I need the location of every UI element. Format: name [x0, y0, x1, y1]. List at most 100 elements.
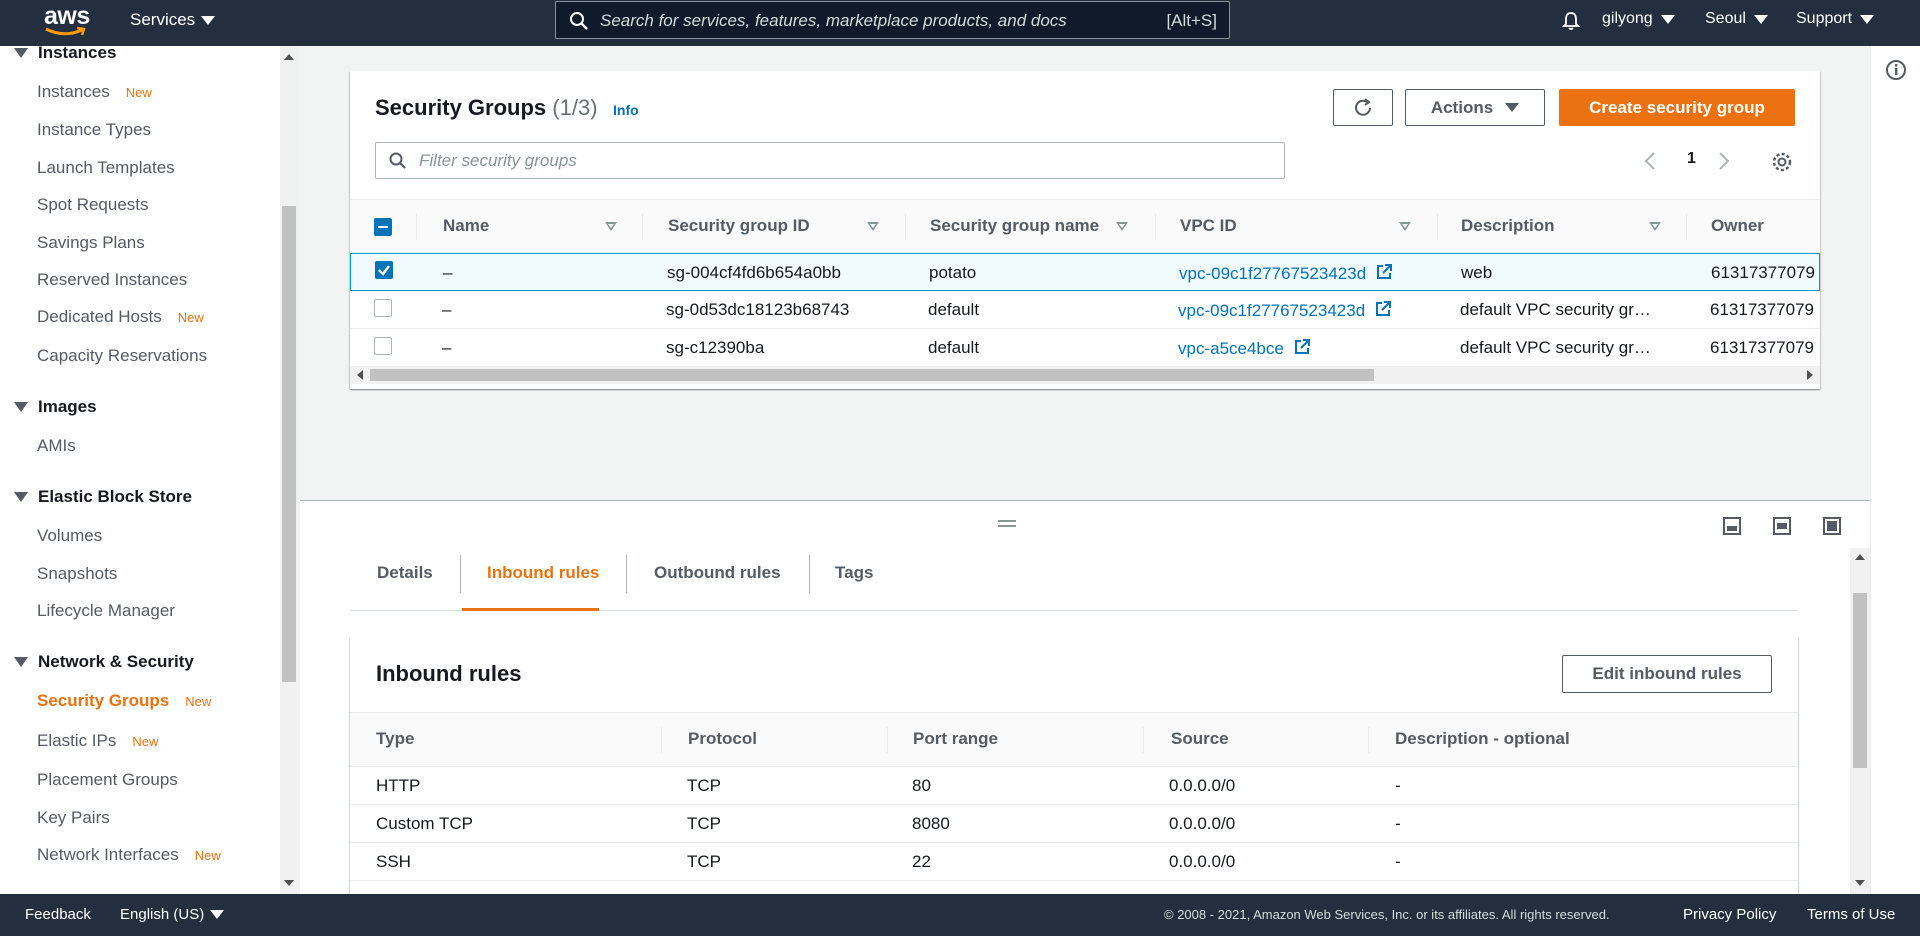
cell-security-group-id-link[interactable]: sg-004cf4fd6b654a0bb	[667, 263, 841, 283]
scrollbar-thumb[interactable]	[282, 206, 296, 682]
column-header-security-group-name[interactable]: Security group name	[930, 216, 1099, 236]
caret-down-icon	[14, 402, 28, 412]
refresh-button[interactable]	[1333, 89, 1393, 126]
privacy-policy-link[interactable]: Privacy Policy	[1683, 906, 1776, 923]
column-header-name[interactable]: Name	[443, 216, 489, 236]
sidebar-item-network-interfaces[interactable]: Network Interfaces New	[37, 845, 221, 865]
sidebar-item-reserved-instances[interactable]: Reserved Instances	[37, 270, 187, 290]
scroll-right-icon[interactable]	[1806, 370, 1814, 380]
scroll-down-icon[interactable]	[284, 880, 294, 886]
row-checkbox[interactable]	[375, 261, 393, 279]
vpc-id-link[interactable]: vpc-09c1f27767523423d	[1179, 264, 1366, 283]
info-icon[interactable]	[1885, 59, 1907, 81]
sidebar-scrollbar[interactable]	[280, 46, 298, 894]
sidebar-section-network-security[interactable]: Network & Security	[14, 652, 194, 672]
services-menu[interactable]: Services	[130, 10, 216, 30]
sidebar-item-volumes[interactable]: Volumes	[37, 526, 102, 546]
cell-security-group-id-link[interactable]: sg-0d53dc18123b68743	[666, 300, 849, 320]
sidebar-item-capacity-reservations[interactable]: Capacity Reservations	[37, 346, 207, 366]
resize-handle-icon[interactable]	[998, 520, 1016, 527]
info-link[interactable]: Info	[613, 102, 639, 118]
sidebar-item-security-groups[interactable]: Security Groups New	[37, 691, 211, 711]
sidebar-item-lifecycle-manager[interactable]: Lifecycle Manager	[37, 601, 175, 621]
table-row[interactable]: – sg-004cf4fd6b654a0bb potato vpc-09c1f2…	[350, 253, 1820, 291]
details-scrollbar[interactable]	[1850, 548, 1870, 894]
sidebar-section-images[interactable]: Images	[14, 397, 97, 417]
table-horizontal-scrollbar[interactable]	[350, 366, 1820, 384]
column-header-owner[interactable]: Owner	[1711, 216, 1764, 236]
sort-icon[interactable]	[1649, 222, 1661, 231]
tab-tags[interactable]: Tags	[835, 563, 873, 583]
sidebar-section-instances[interactable]: Instances	[14, 46, 116, 63]
scroll-left-icon[interactable]	[356, 370, 364, 380]
sidebar-item-spot-requests[interactable]: Spot Requests	[37, 195, 149, 215]
vpc-id-link[interactable]: vpc-09c1f27767523423d	[1178, 301, 1365, 320]
sort-icon[interactable]	[867, 222, 879, 231]
global-search-input[interactable]: Search for services, features, marketpla…	[555, 1, 1230, 39]
column-header-vpc-id[interactable]: VPC ID	[1180, 216, 1237, 236]
external-link-icon[interactable]	[1293, 338, 1311, 356]
table-row[interactable]: – sg-0d53dc18123b68743 default vpc-09c1f…	[350, 291, 1820, 329]
rule-type: HTTP	[376, 776, 421, 795]
column-header-description[interactable]: Description	[1461, 216, 1555, 236]
bottom-panel-view-icon[interactable]	[1723, 517, 1741, 535]
tab-outbound-rules[interactable]: Outbound rules	[654, 563, 781, 583]
rule-source: 0.0.0.0/0	[1169, 852, 1236, 871]
inbound-rules-title: Inbound rules	[376, 661, 522, 686]
user-menu[interactable]: gilyong	[1602, 10, 1675, 28]
cell-name: –	[443, 263, 453, 282]
tab-details[interactable]: Details	[377, 563, 433, 583]
feedback-link[interactable]: Feedback	[25, 906, 91, 923]
select-all-checkbox[interactable]	[374, 218, 392, 236]
sidebar-item-instance-types[interactable]: Instance Types	[37, 120, 151, 140]
chevron-left-icon[interactable]	[1643, 151, 1657, 171]
side-panel-view-icon[interactable]	[1773, 517, 1791, 535]
cell-description: default VPC security gr…	[1460, 338, 1651, 357]
language-selector[interactable]: English (US)	[120, 906, 225, 923]
row-checkbox[interactable]	[374, 299, 392, 317]
gear-icon[interactable]	[1771, 151, 1793, 173]
sidebar-item-savings-plans[interactable]: Savings Plans	[37, 233, 145, 253]
sidebar-item-launch-templates[interactable]: Launch Templates	[37, 158, 175, 178]
chevron-down-icon	[201, 15, 216, 25]
chevron-right-icon[interactable]	[1717, 151, 1731, 171]
sidebar-item-snapshots[interactable]: Snapshots	[37, 564, 117, 584]
column-header-security-group-id[interactable]: Security group ID	[668, 216, 810, 236]
tab-inbound-rules[interactable]: Inbound rules	[487, 563, 599, 583]
sort-icon[interactable]	[1116, 222, 1128, 231]
sidebar-item-placement-groups[interactable]: Placement Groups	[37, 770, 178, 790]
support-menu[interactable]: Support	[1796, 10, 1875, 28]
sidebar-item-amis[interactable]: AMIs	[37, 436, 76, 456]
actions-button[interactable]: Actions	[1405, 89, 1545, 126]
scroll-up-icon[interactable]	[1855, 554, 1865, 560]
sidebar-item-instances[interactable]: Instances New	[37, 82, 152, 102]
create-security-group-button[interactable]: Create security group	[1559, 89, 1795, 126]
page-number[interactable]: 1	[1687, 150, 1696, 168]
full-panel-view-icon[interactable]	[1823, 517, 1841, 535]
scrollbar-thumb[interactable]	[1853, 593, 1867, 768]
aws-logo[interactable]: aws	[44, 4, 90, 40]
sidebar-item-elastic-ips[interactable]: Elastic IPs New	[37, 731, 158, 751]
edit-inbound-rules-button[interactable]: Edit inbound rules	[1562, 655, 1772, 693]
sort-icon[interactable]	[605, 222, 617, 231]
sidebar-section-elastic-block-store[interactable]: Elastic Block Store	[14, 487, 192, 507]
vpc-id-link[interactable]: vpc-a5ce4bce	[1178, 339, 1284, 358]
sort-icon[interactable]	[1399, 222, 1411, 231]
region-menu[interactable]: Seoul	[1705, 10, 1768, 28]
scrollbar-thumb[interactable]	[370, 369, 1374, 381]
rule-port-range: 22	[912, 852, 931, 871]
sidebar-item-key-pairs[interactable]: Key Pairs	[37, 808, 110, 828]
scroll-down-icon[interactable]	[1855, 880, 1865, 886]
notifications-button[interactable]	[1560, 10, 1582, 32]
cell-security-group-id-link[interactable]: sg-c12390ba	[666, 338, 764, 358]
filter-security-groups-input[interactable]: Filter security groups	[375, 142, 1285, 179]
table-row[interactable]: – sg-c12390ba default vpc-a5ce4bce defau…	[350, 329, 1820, 367]
row-checkbox[interactable]	[374, 337, 392, 355]
column-divider	[416, 214, 417, 240]
external-link-icon[interactable]	[1375, 263, 1393, 281]
external-link-icon[interactable]	[1374, 300, 1392, 318]
column-header-port-range: Port range	[913, 729, 999, 748]
sidebar-item-dedicated-hosts[interactable]: Dedicated Hosts New	[37, 307, 204, 327]
scroll-up-icon[interactable]	[284, 54, 294, 60]
terms-of-use-link[interactable]: Terms of Use	[1807, 906, 1895, 923]
